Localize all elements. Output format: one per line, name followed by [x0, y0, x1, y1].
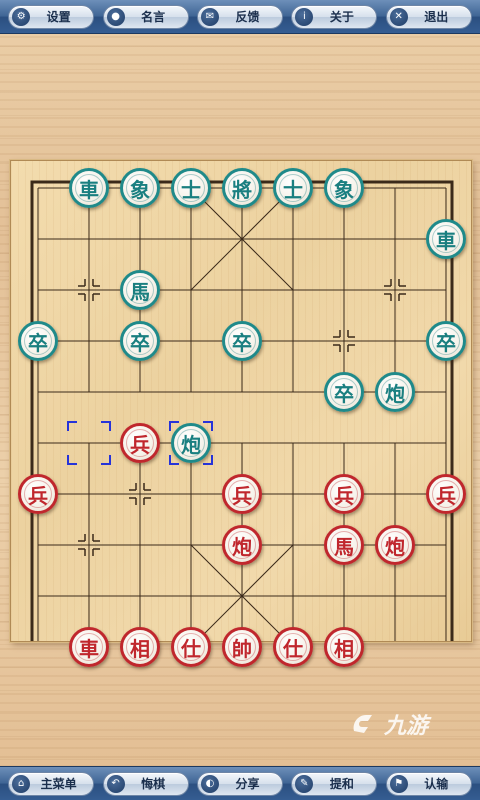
quotes-button[interactable]: ● 名言: [102, 4, 189, 29]
exit-label: 退出: [424, 10, 449, 24]
speech-bubble-icon: ●: [106, 7, 125, 26]
bottom-toolbar: ⌂ 主菜单 ↶ 悔棋 ◐ 分享 ✎ 提和 ⚑ 认输: [0, 766, 480, 800]
red-piece[interactable]: 車: [69, 627, 109, 667]
gear-icon: ⚙: [12, 7, 31, 26]
green-piece[interactable]: 士: [171, 168, 211, 208]
red-piece[interactable]: 相: [324, 627, 364, 667]
last-move-from-marker: [67, 421, 111, 465]
green-piece[interactable]: 馬: [120, 270, 160, 310]
green-piece[interactable]: 車: [69, 168, 109, 208]
undo-icon: ↶: [106, 774, 125, 793]
green-piece[interactable]: 將: [222, 168, 262, 208]
red-piece[interactable]: 仕: [273, 627, 313, 667]
red-piece[interactable]: 兵: [324, 474, 364, 514]
main-menu-label: 主菜单: [40, 777, 77, 791]
green-piece[interactable]: 卒: [18, 321, 58, 361]
top-toolbar: ⚙ 设置 ● 名言 ✉ 反馈 i 关于 ✕ 退出: [0, 0, 480, 34]
undo-label: 悔棋: [141, 777, 166, 791]
xiangqi-board[interactable]: 車象士將士象車馬卒卒卒卒卒炮炮兵兵兵兵兵炮馬炮車相仕帥仕相: [10, 160, 472, 667]
about-label: 关于: [329, 10, 354, 24]
green-piece[interactable]: 車: [426, 219, 466, 259]
home-icon: ⌂: [12, 774, 31, 793]
red-piece[interactable]: 兵: [222, 474, 262, 514]
feedback-label: 反馈: [235, 10, 260, 24]
settings-button[interactable]: ⚙ 设置: [8, 4, 95, 29]
green-piece[interactable]: 象: [324, 168, 364, 208]
red-piece[interactable]: 兵: [120, 423, 160, 463]
share-label: 分享: [235, 777, 260, 791]
red-piece[interactable]: 馬: [324, 525, 364, 565]
watermark-text: 九游: [384, 714, 429, 739]
flag-icon: ⚑: [389, 774, 408, 793]
red-piece[interactable]: 帥: [222, 627, 262, 667]
draw-offer-label: 提和: [329, 777, 354, 791]
green-piece[interactable]: 炮: [375, 372, 415, 412]
draw-offer-button[interactable]: ✎ 提和: [291, 771, 378, 796]
green-piece[interactable]: 卒: [426, 321, 466, 361]
main-menu-button[interactable]: ⌂ 主菜单: [8, 771, 95, 796]
feedback-button[interactable]: ✉ 反馈: [196, 4, 283, 29]
red-piece[interactable]: 相: [120, 627, 160, 667]
settings-label: 设置: [46, 10, 71, 24]
red-piece[interactable]: 炮: [375, 525, 415, 565]
green-piece[interactable]: 卒: [324, 372, 364, 412]
green-piece[interactable]: 士: [273, 168, 313, 208]
share-button[interactable]: ◐ 分享: [196, 771, 283, 796]
share-icon: ◐: [200, 774, 219, 793]
green-piece[interactable]: 象: [120, 168, 160, 208]
red-piece[interactable]: 兵: [18, 474, 58, 514]
envelope-icon: ✉: [200, 7, 219, 26]
pencil-icon: ✎: [295, 774, 314, 793]
red-piece[interactable]: 兵: [426, 474, 466, 514]
red-piece[interactable]: 炮: [222, 525, 262, 565]
red-piece[interactable]: 仕: [171, 627, 211, 667]
close-icon: ✕: [389, 7, 408, 26]
info-icon: i: [295, 7, 314, 26]
green-piece[interactable]: 卒: [222, 321, 262, 361]
green-piece[interactable]: 卒: [120, 321, 160, 361]
watermark-logo-icon: [353, 715, 372, 733]
exit-button[interactable]: ✕ 退出: [385, 4, 472, 29]
watermark: 九游: [348, 706, 468, 742]
green-piece[interactable]: 炮: [171, 423, 211, 463]
about-button[interactable]: i 关于: [291, 4, 378, 29]
resign-label: 认输: [424, 777, 449, 791]
quotes-label: 名言: [141, 10, 166, 24]
resign-button[interactable]: ⚑ 认输: [385, 771, 472, 796]
undo-button[interactable]: ↶ 悔棋: [102, 771, 189, 796]
